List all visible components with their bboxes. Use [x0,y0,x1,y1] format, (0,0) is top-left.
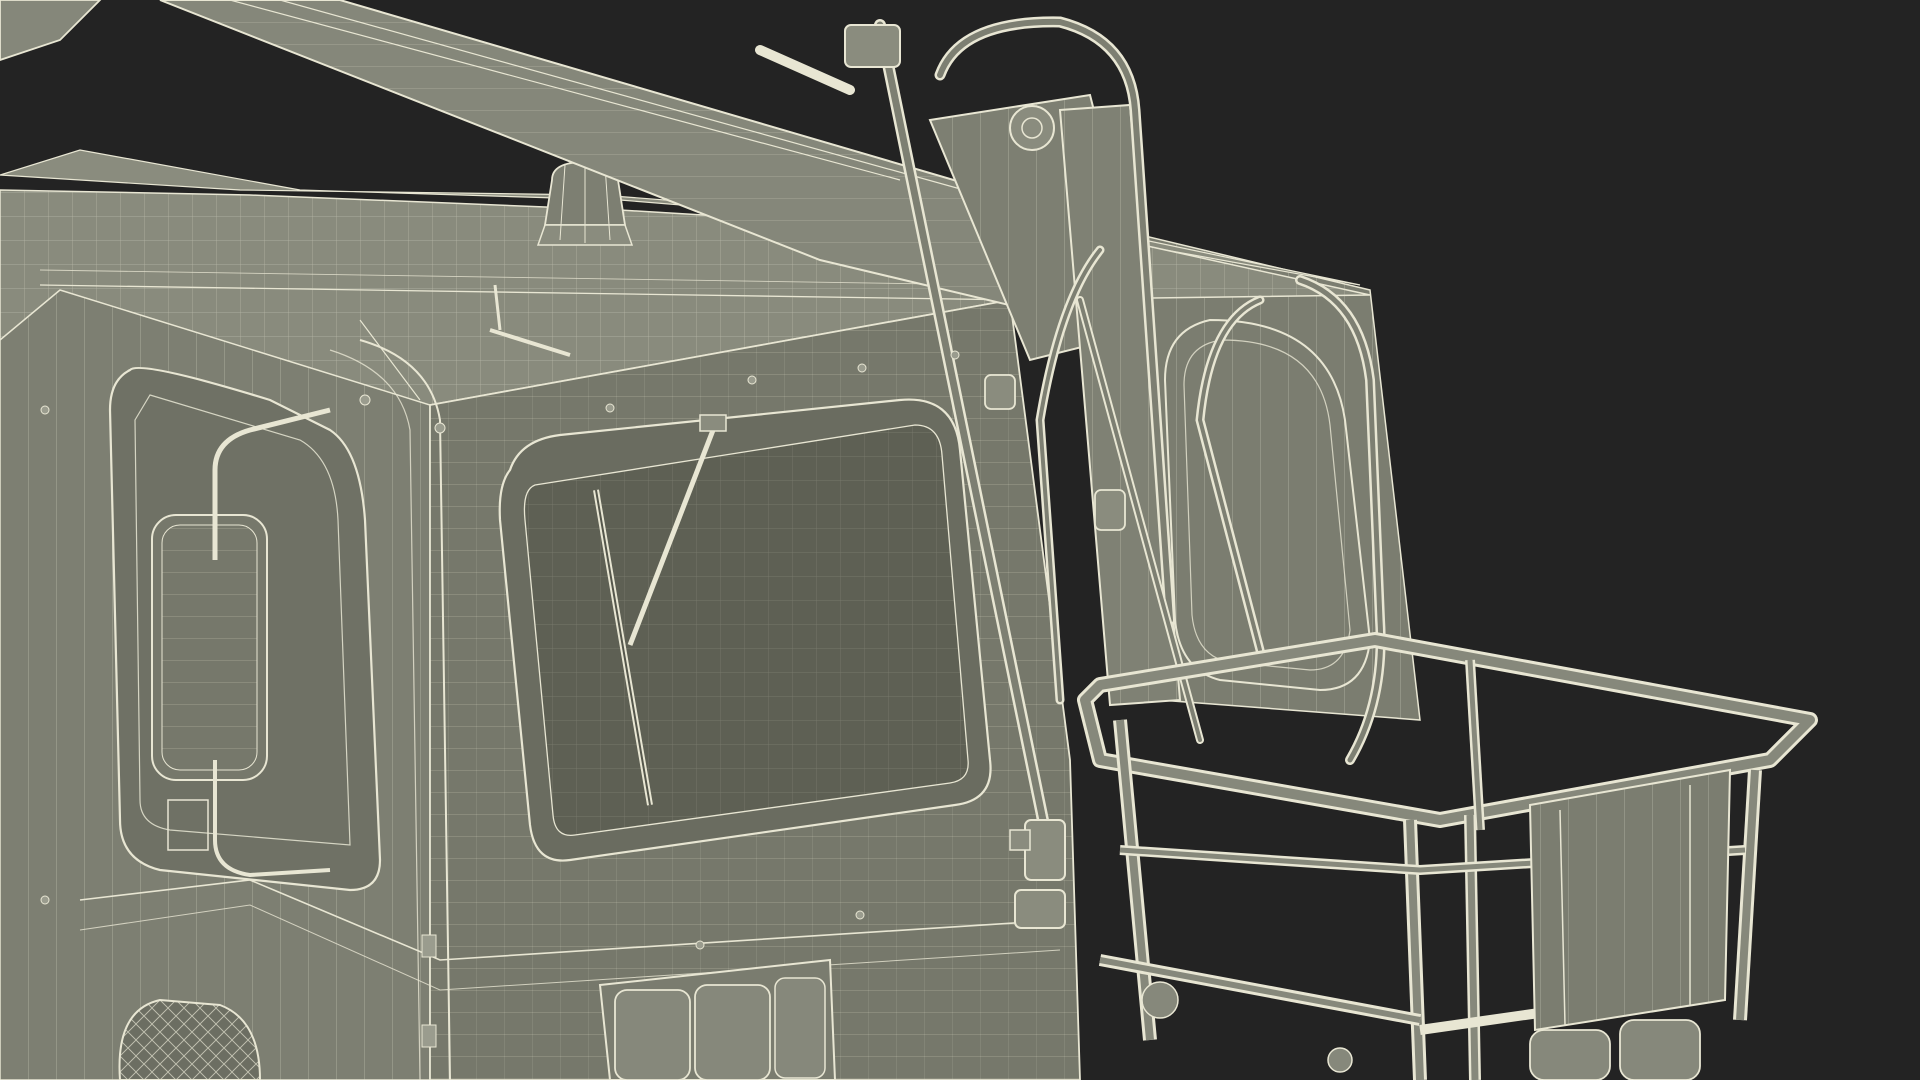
control-box [1528,768,1732,1080]
windshield [498,398,992,862]
wireframe-vehicle-render [0,0,1920,1080]
